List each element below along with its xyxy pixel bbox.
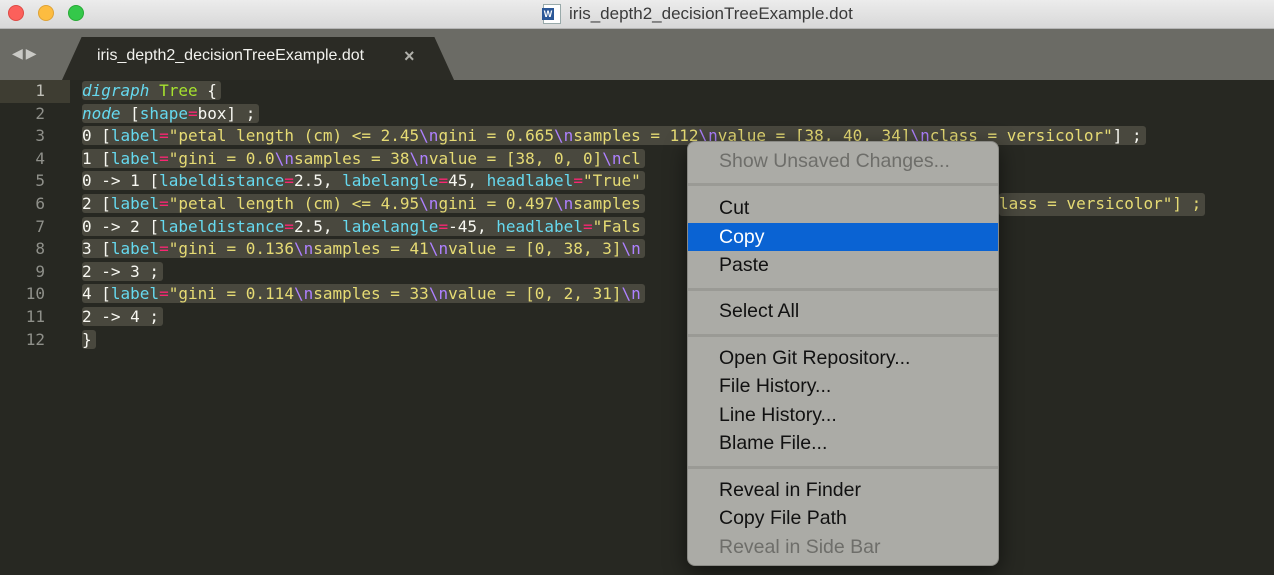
- menu-item-cut[interactable]: Cut: [688, 194, 998, 222]
- line-number: 10: [25, 284, 45, 304]
- menu-separator: [688, 288, 998, 291]
- menu-item-line-history[interactable]: Line History...: [688, 401, 998, 429]
- code-line-2: node [shape=box] ;: [82, 103, 1146, 126]
- line-number: 3: [35, 126, 45, 146]
- menu-item-reveal-in-side-bar: Reveal in Side Bar: [719, 536, 881, 558]
- line-number: 6: [35, 193, 45, 213]
- line-number: 1: [0, 80, 70, 103]
- forward-arrow-icon[interactable]: ▶: [26, 45, 40, 61]
- line-number: 2: [35, 103, 45, 123]
- menu-item-copy-file-path[interactable]: Copy File Path: [688, 504, 998, 532]
- menu-item-select-all[interactable]: Select All: [688, 297, 998, 325]
- line-number: 4: [35, 148, 45, 168]
- tab-navigation: ◀▶: [12, 45, 40, 62]
- window-title-text: iris_depth2_decisionTreeExample.dot: [569, 4, 853, 23]
- context-menu: Show Unsaved Changes... Cut Copy Paste S…: [687, 141, 999, 566]
- code-line-1: digraph Tree {: [82, 80, 1146, 103]
- menu-separator: [688, 466, 998, 469]
- menu-item-show-unsaved-changes: Show Unsaved Changes...: [719, 150, 950, 172]
- window-title: iris_depth2_decisionTreeExample.dot: [542, 2, 853, 26]
- line-number: 5: [35, 171, 45, 191]
- zoom-window-button[interactable]: [68, 5, 84, 21]
- menu-item-paste[interactable]: Paste: [688, 251, 998, 279]
- line-number: 9: [35, 261, 45, 281]
- menu-item-open-git-repository[interactable]: Open Git Repository...: [688, 344, 998, 372]
- line-number: 11: [25, 306, 45, 326]
- menu-item-reveal-in-finder[interactable]: Reveal in Finder: [688, 476, 998, 504]
- line-number: 7: [35, 216, 45, 236]
- tab-label: iris_depth2_decisionTreeExample.dot: [97, 47, 365, 64]
- minimize-window-button[interactable]: [38, 5, 54, 21]
- line-number: 8: [35, 239, 45, 259]
- window-titlebar: iris_depth2_decisionTreeExample.dot: [0, 0, 1274, 29]
- menu-item-copy[interactable]: Copy: [688, 223, 998, 251]
- back-arrow-icon[interactable]: ◀: [12, 45, 26, 61]
- code-editor[interactable]: 1 2 3 4 5 6 7 8 9 10 11 12 digraph Tree { node [sha…: [0, 80, 1274, 575]
- menu-separator: [688, 183, 998, 186]
- word-document-icon: [542, 4, 561, 24]
- menu-item-file-history[interactable]: File History...: [688, 372, 998, 400]
- line-number-gutter: 1 2 3 4 5 6 7 8 9 10 11 12: [0, 80, 70, 351]
- tab-active-file[interactable]: iris_depth2_decisionTreeExample.dot ×: [62, 37, 454, 80]
- menu-separator: [688, 334, 998, 337]
- close-window-button[interactable]: [8, 5, 24, 21]
- tab-bar: ◀▶ iris_depth2_decisionTreeExample.dot ×: [0, 29, 1274, 80]
- close-tab-icon[interactable]: ×: [404, 46, 415, 67]
- line-number: 12: [25, 329, 45, 349]
- code-line-6-tail: lass = versicolor"] ;: [999, 193, 1202, 213]
- menu-item-blame-file[interactable]: Blame File...: [688, 429, 998, 457]
